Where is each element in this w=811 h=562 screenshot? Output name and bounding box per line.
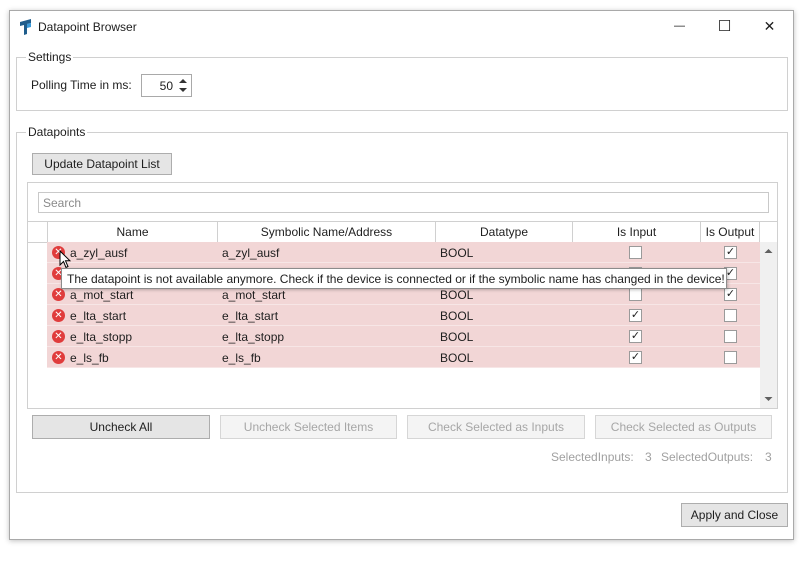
cell-datatype: BOOL	[440, 329, 474, 344]
maximize-button[interactable]: ☐	[702, 11, 747, 41]
mouse-cursor-icon	[59, 250, 71, 269]
is-output-checkbox[interactable]	[724, 288, 737, 301]
spin-down-icon[interactable]	[178, 87, 188, 93]
cell-symbolic: e_ls_fb	[222, 350, 261, 365]
polling-time-stepper[interactable]: 50	[141, 74, 192, 97]
selected-outputs-value: 3	[765, 450, 772, 464]
settings-group-label: Settings	[26, 50, 74, 64]
apply-and-close-button[interactable]: Apply and Close	[681, 503, 788, 527]
column-header-name[interactable]: Name	[48, 222, 218, 243]
selected-inputs-label: SelectedInputs:	[551, 450, 634, 464]
is-output-checkbox[interactable]	[724, 309, 737, 322]
spin-up-icon[interactable]	[178, 78, 188, 84]
check-selected-outputs-button[interactable]: Check Selected as Outputs	[595, 415, 772, 439]
selected-inputs-value: 3	[645, 450, 652, 464]
is-output-checkbox[interactable]	[724, 351, 737, 364]
grid-scrollbar[interactable]	[760, 242, 777, 408]
window-title: Datapoint Browser	[38, 20, 137, 34]
minimize-icon: —	[674, 20, 685, 32]
datapoint-grid: Search Name Symbolic Name/Address Dataty…	[27, 182, 778, 409]
is-input-checkbox[interactable]	[629, 351, 642, 364]
error-icon: ✕	[52, 288, 65, 301]
search-input[interactable]: Search	[38, 192, 769, 213]
is-output-checkbox[interactable]	[724, 330, 737, 343]
scroll-down-icon[interactable]	[764, 396, 773, 402]
uncheck-all-button[interactable]: Uncheck All	[32, 415, 210, 439]
update-datapoint-list-button[interactable]: Update Datapoint List	[32, 153, 172, 175]
error-tooltip: The datapoint is not available anymore. …	[61, 268, 727, 289]
column-header-is-input[interactable]: Is Input	[573, 222, 701, 243]
selected-outputs-label: SelectedOutputs:	[661, 450, 754, 464]
is-output-checkbox[interactable]	[724, 246, 737, 259]
grid-header: Name Symbolic Name/Address Datatype Is I…	[28, 221, 777, 243]
table-row[interactable]: ✕ e_lta_stopp e_lta_stopp BOOL	[47, 326, 760, 347]
table-row[interactable]: ✕ a_zyl_ausf a_zyl_ausf BOOL	[47, 242, 760, 263]
cell-datatype: BOOL	[440, 245, 474, 260]
datapoint-browser-window: Datapoint Browser — ☐ ✕ Settings Polling…	[9, 10, 794, 540]
cell-name: a_zyl_ausf	[70, 245, 128, 260]
column-header-is-output[interactable]: Is Output	[701, 222, 760, 243]
is-input-checkbox[interactable]	[629, 288, 642, 301]
app-logo-icon	[20, 19, 31, 35]
datapoints-group-label: Datapoints	[26, 125, 88, 139]
uncheck-selected-button[interactable]: Uncheck Selected Items	[220, 415, 397, 439]
cell-symbolic: e_lta_start	[222, 308, 279, 323]
is-input-checkbox[interactable]	[629, 246, 642, 259]
check-selected-inputs-button[interactable]: Check Selected as Inputs	[407, 415, 585, 439]
close-icon: ✕	[763, 17, 776, 34]
error-icon: ✕	[52, 330, 65, 343]
cell-datatype: BOOL	[440, 308, 474, 323]
column-header-symbolic[interactable]: Symbolic Name/Address	[218, 222, 436, 243]
cell-symbolic: e_lta_stopp	[222, 329, 285, 344]
error-icon: ✕	[52, 351, 65, 364]
is-input-checkbox[interactable]	[629, 309, 642, 322]
row-header-corner	[28, 222, 48, 243]
minimize-button[interactable]: —	[657, 11, 702, 41]
maximize-icon: ☐	[717, 18, 732, 35]
cell-name: e_ls_fb	[70, 350, 109, 365]
error-icon: ✕	[52, 309, 65, 322]
column-header-datatype[interactable]: Datatype	[436, 222, 573, 243]
settings-group	[16, 57, 788, 111]
cell-symbolic: a_zyl_ausf	[222, 245, 280, 260]
polling-time-label: Polling Time in ms:	[31, 78, 132, 92]
table-row[interactable]: ✕ e_lta_start e_lta_start BOOL	[47, 305, 760, 326]
is-input-checkbox[interactable]	[629, 330, 642, 343]
cell-name: e_lta_stopp	[70, 329, 133, 344]
scroll-up-icon[interactable]	[764, 248, 773, 254]
close-button[interactable]: ✕	[747, 11, 792, 41]
cell-datatype: BOOL	[440, 350, 474, 365]
cell-name: e_lta_start	[70, 308, 127, 323]
polling-time-input[interactable]: 50	[142, 75, 176, 96]
table-row[interactable]: ✕ e_ls_fb e_ls_fb BOOL	[47, 347, 760, 368]
